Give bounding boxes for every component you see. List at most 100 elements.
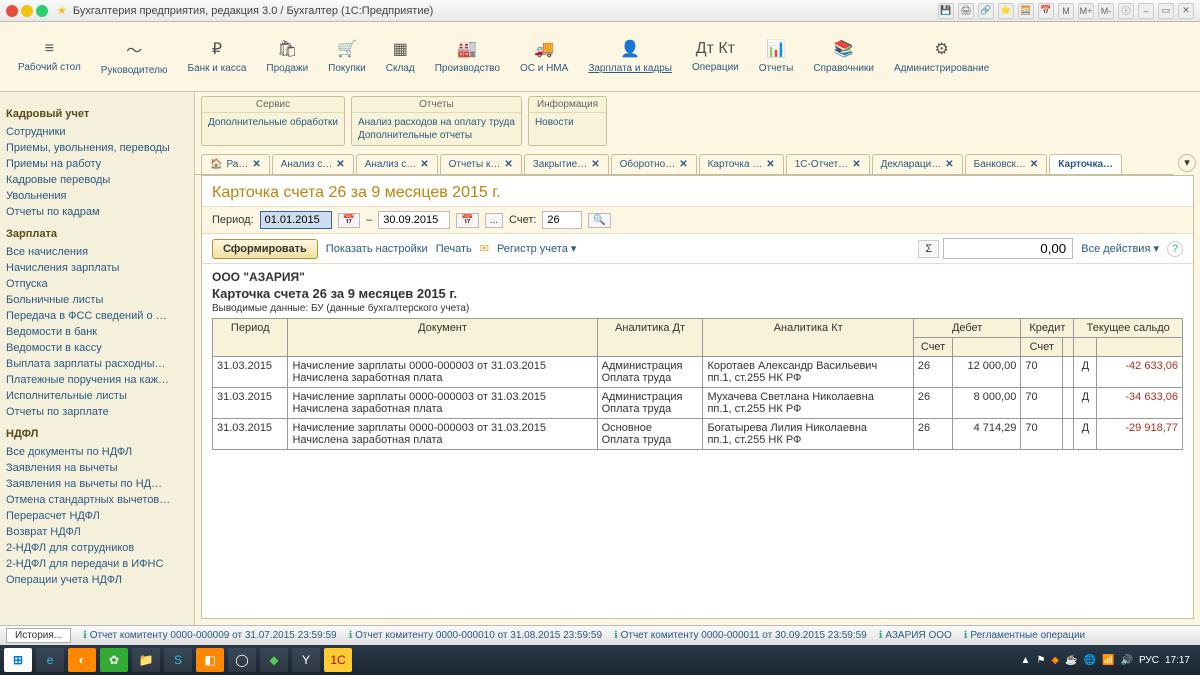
sidebar-link[interactable]: Отчеты по кадрам	[6, 204, 188, 220]
link-icon[interactable]: 🔗	[978, 3, 994, 19]
period-select-button[interactable]: ...	[485, 213, 503, 228]
m-minus-icon[interactable]: M-	[1098, 3, 1114, 19]
m-plus-icon[interactable]: M+	[1078, 3, 1094, 19]
sidebar-link[interactable]: Ведомости в кассу	[6, 340, 188, 356]
sum-input[interactable]	[943, 238, 1073, 259]
table-row[interactable]: 31.03.2015Начисление зарплаты 0000-00000…	[213, 388, 1183, 419]
tray-wifi-icon[interactable]: 📶	[1102, 655, 1114, 666]
tray-java-icon[interactable]: ☕	[1065, 655, 1077, 666]
tray-time[interactable]: 17:17	[1165, 655, 1190, 666]
all-actions-link[interactable]: Все действия ▾	[1081, 242, 1159, 255]
ribbon-item[interactable]: ～Руководителю	[91, 33, 178, 80]
ribbon-item[interactable]: ≡Рабочий стол	[8, 36, 91, 77]
task-app5-icon[interactable]: ◆	[260, 648, 288, 672]
help-icon[interactable]: ?	[1167, 241, 1183, 257]
sidebar-link[interactable]: Отмена стандартных вычетов…	[6, 492, 188, 508]
group-link[interactable]: Анализ расходов на оплату труда	[358, 116, 515, 129]
register-link[interactable]: Регистр учета ▾	[497, 242, 576, 255]
tab-close-icon[interactable]: ✕	[252, 159, 260, 170]
tray-lang[interactable]: РУС	[1139, 655, 1159, 666]
tab-close-icon[interactable]: ✕	[504, 159, 512, 170]
sidebar-link[interactable]: Отпуска	[6, 276, 188, 292]
task-1c-icon[interactable]: 1С	[324, 648, 352, 672]
group-link[interactable]: Дополнительные отчеты	[358, 129, 515, 142]
tab-close-icon[interactable]: ✕	[336, 159, 344, 170]
sidebar-link[interactable]: Начисления зарплаты	[6, 260, 188, 276]
status-item[interactable]: Отчет комитенту 0000-000009 от 31.07.201…	[83, 630, 336, 641]
ribbon-item[interactable]: 🛒Покупки	[318, 35, 376, 78]
tab[interactable]: Оборотно…✕	[611, 154, 697, 174]
history-button[interactable]: История...	[6, 628, 71, 643]
tab[interactable]: Закрытие…✕	[524, 154, 609, 174]
tab[interactable]: Отчеты к…✕	[440, 154, 522, 174]
sidebar-link[interactable]: Все начисления	[6, 244, 188, 260]
tab[interactable]: Анализ с…✕	[356, 154, 438, 174]
sidebar-link[interactable]: Отчеты по зарплате	[6, 404, 188, 420]
ribbon-item[interactable]: ₽Банк и касса	[178, 35, 257, 78]
ribbon-item[interactable]: Дт КтОперации	[682, 36, 749, 77]
ribbon-item[interactable]: 🏭Производство	[425, 35, 510, 78]
sidebar-link[interactable]: Заявления на вычеты	[6, 460, 188, 476]
sidebar-link[interactable]: Операции учета НДФЛ	[6, 572, 188, 588]
calendar-icon[interactable]: 📅	[338, 213, 360, 228]
sidebar-link[interactable]: Заявления на вычеты по НД…	[6, 476, 188, 492]
sidebar-link[interactable]: Ведомости в банк	[6, 324, 188, 340]
status-item[interactable]: Регламентные операции	[964, 630, 1085, 641]
tab[interactable]: Банковск…✕	[965, 154, 1048, 174]
sidebar-link[interactable]: Увольнения	[6, 188, 188, 204]
task-ie-icon[interactable]: e	[36, 648, 64, 672]
sidebar-link[interactable]: Платежные поручения на каж…	[6, 372, 188, 388]
max-dot[interactable]	[36, 5, 48, 17]
tab-close-icon[interactable]: ✕	[420, 159, 428, 170]
sidebar-link[interactable]: 2-НДФЛ для передачи в ИФНС	[6, 556, 188, 572]
period-from-input[interactable]	[260, 211, 332, 229]
min-dot[interactable]	[21, 5, 33, 17]
sidebar-link[interactable]: Кадровые переводы	[6, 172, 188, 188]
fav-icon[interactable]: ⭐	[998, 3, 1014, 19]
form-button[interactable]: Сформировать	[212, 239, 318, 259]
save-icon[interactable]: 💾	[938, 3, 954, 19]
start-button[interactable]: ⊞	[4, 648, 32, 672]
ribbon-item[interactable]: 👤Зарплата и кадры	[578, 35, 682, 78]
ribbon-item[interactable]: 📚Справочники	[803, 35, 884, 78]
ribbon-item[interactable]: ▦Склад	[376, 35, 425, 78]
sidebar-link[interactable]: Приемы на работу	[6, 156, 188, 172]
close-icon[interactable]: ✕	[1178, 3, 1194, 19]
min-icon[interactable]: –	[1138, 3, 1154, 19]
sidebar-link[interactable]: 2-НДФЛ для сотрудников	[6, 540, 188, 556]
tab-close-icon[interactable]: ✕	[766, 159, 774, 170]
task-app1-icon[interactable]: ◐	[68, 648, 96, 672]
m-icon[interactable]: M	[1058, 3, 1074, 19]
tab[interactable]: Анализ с…✕	[272, 154, 354, 174]
calendar2-icon[interactable]: 📅	[456, 213, 478, 228]
tray-net-icon[interactable]: 🌐	[1084, 655, 1096, 666]
ribbon-item[interactable]: 🛍Продажи	[256, 35, 318, 78]
tab[interactable]: Карточка…	[1049, 154, 1122, 174]
ribbon-item[interactable]: 🚚ОС и НМА	[510, 35, 578, 78]
close-dot[interactable]	[6, 5, 18, 17]
status-item[interactable]: Отчет комитенту 0000-000010 от 31.08.201…	[349, 630, 602, 641]
account-input[interactable]	[542, 211, 582, 229]
sigma-icon[interactable]: Σ	[918, 240, 939, 258]
sidebar-link[interactable]: Выплата зарплаты расходны…	[6, 356, 188, 372]
cal-icon[interactable]: 📅	[1038, 3, 1054, 19]
group-link[interactable]: Дополнительные обработки	[208, 116, 338, 129]
sidebar-link[interactable]: Все документы по НДФЛ	[6, 444, 188, 460]
status-item[interactable]: АЗАРИЯ ООО	[879, 630, 952, 641]
task-app2-icon[interactable]: ✿	[100, 648, 128, 672]
sidebar-link[interactable]: Приемы, увольнения, переводы	[6, 140, 188, 156]
tray-vol-icon[interactable]: 🔊	[1120, 655, 1132, 666]
tabs-more-icon[interactable]: ▾	[1178, 154, 1196, 172]
tab[interactable]: 🏠Ра…✕	[201, 154, 270, 174]
tray-up-icon[interactable]: ▲	[1021, 655, 1031, 666]
star-icon[interactable]: ★	[57, 4, 67, 17]
task-yandex-icon[interactable]: Y	[292, 648, 320, 672]
sidebar-link[interactable]: Перерасчет НДФЛ	[6, 508, 188, 524]
tray-flag-icon[interactable]: ⚑	[1036, 655, 1045, 666]
table-row[interactable]: 31.03.2015Начисление зарплаты 0000-00000…	[213, 357, 1183, 388]
task-skype-icon[interactable]: S	[164, 648, 192, 672]
sidebar-link[interactable]: Сотрудники	[6, 124, 188, 140]
tab-close-icon[interactable]: ✕	[679, 159, 687, 170]
tab[interactable]: Деклараци…✕	[872, 154, 963, 174]
print-icon[interactable]: 🖨	[958, 3, 974, 19]
